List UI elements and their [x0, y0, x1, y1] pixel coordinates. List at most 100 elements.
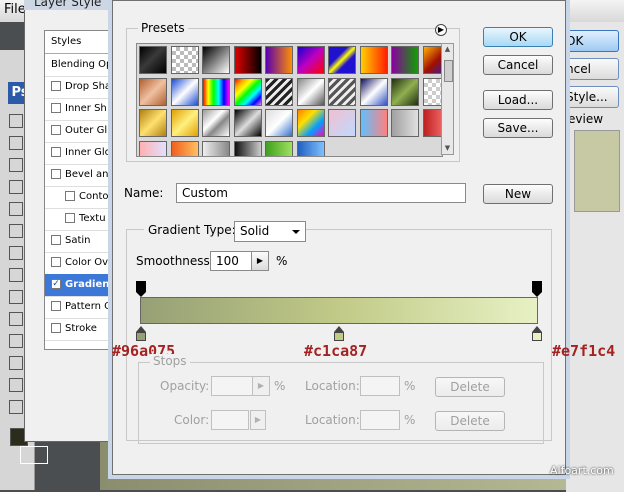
smoothness-label: Smoothness:	[136, 254, 214, 268]
scroll-down-icon[interactable]: ▼	[442, 143, 453, 154]
style-checkbox[interactable]	[51, 169, 61, 179]
opacity-delete-button[interactable]: Delete	[435, 377, 505, 397]
preset-swatch[interactable]	[202, 77, 230, 106]
color-swatch[interactable]	[211, 410, 249, 430]
presets-scrollbar[interactable]: ▲ ▼	[441, 43, 454, 155]
preset-swatch[interactable]	[328, 77, 356, 106]
color-label: Color:	[174, 413, 210, 427]
type-tool-icon[interactable]	[9, 290, 23, 304]
style-checkbox[interactable]	[51, 323, 61, 333]
name-input[interactable]: Custom	[176, 183, 466, 203]
style-checkbox[interactable]	[51, 147, 61, 157]
preset-swatch[interactable]	[265, 46, 293, 74]
preset-swatch[interactable]	[139, 46, 167, 74]
preset-swatch[interactable]	[328, 109, 356, 137]
preset-swatch[interactable]	[170, 77, 199, 106]
preset-swatch[interactable]	[296, 46, 325, 74]
load-button[interactable]: Load...	[483, 90, 553, 110]
gradient-type-select[interactable]: Solid	[234, 221, 306, 242]
shape-tool-icon[interactable]	[9, 334, 23, 348]
color-menu-arrow-icon[interactable]: ▶	[250, 410, 266, 430]
preset-swatch[interactable]	[391, 77, 419, 106]
color-location-input[interactable]	[360, 410, 400, 430]
preset-swatch[interactable]	[296, 77, 325, 106]
layer-style-ok-button[interactable]: OK	[566, 30, 619, 52]
menu-file[interactable]: File	[4, 2, 26, 17]
opacity-slider-arrow-icon[interactable]: ▶	[252, 376, 270, 396]
eraser-tool-icon[interactable]	[9, 224, 23, 238]
marquee-tool-icon[interactable]	[9, 114, 23, 128]
notes-tool-icon[interactable]	[9, 356, 23, 370]
opacity-stop-right[interactable]	[532, 281, 542, 297]
lasso-tool-icon[interactable]	[9, 136, 23, 150]
gradient-preview-bar[interactable]	[140, 297, 538, 324]
layer-style-preview-label: eview	[568, 112, 604, 126]
color-stop[interactable]	[334, 332, 344, 341]
preset-swatch[interactable]	[391, 109, 419, 137]
blur-tool-icon[interactable]	[9, 246, 23, 260]
preset-swatch[interactable]	[202, 140, 230, 156]
preset-swatch[interactable]	[391, 46, 419, 74]
crop-tool-icon[interactable]	[9, 158, 23, 172]
save-button[interactable]: Save...	[483, 118, 553, 138]
color-stop[interactable]	[136, 332, 146, 341]
style-checkbox[interactable]	[65, 213, 75, 223]
style-checkbox[interactable]	[51, 301, 61, 311]
scroll-up-icon[interactable]: ▲	[442, 44, 453, 55]
opacity-input[interactable]	[211, 376, 253, 396]
eyedropper-tool-icon[interactable]	[9, 378, 23, 392]
screen-mode-icon[interactable]	[20, 446, 48, 464]
smoothness-input[interactable]: 100	[210, 251, 252, 271]
style-checkbox[interactable]	[51, 125, 61, 135]
preset-swatch[interactable]	[422, 109, 442, 137]
preset-swatch[interactable]	[139, 140, 167, 156]
preset-swatch[interactable]	[359, 109, 388, 137]
style-checkbox[interactable]	[51, 235, 61, 245]
preset-swatch[interactable]	[422, 46, 442, 74]
color-stop[interactable]	[532, 332, 542, 341]
style-checkbox[interactable]: ✓	[51, 279, 61, 289]
style-checkbox[interactable]	[51, 103, 61, 113]
layer-style-new-style-button[interactable]: Style...	[566, 86, 619, 108]
preset-swatch[interactable]	[233, 140, 262, 156]
preset-swatch[interactable]	[202, 109, 230, 137]
style-checkbox[interactable]	[51, 257, 61, 267]
preset-swatch[interactable]	[328, 46, 356, 74]
preset-swatch[interactable]	[359, 46, 388, 74]
preset-swatch[interactable]	[139, 77, 167, 106]
preset-swatch[interactable]	[359, 77, 388, 106]
preset-swatch[interactable]	[170, 46, 199, 74]
path-select-tool-icon[interactable]	[9, 312, 23, 326]
opacity-stop-left[interactable]	[136, 281, 146, 297]
preset-swatch[interactable]	[265, 109, 293, 137]
smoothness-slider-arrow-icon[interactable]: ▶	[251, 251, 269, 271]
preset-swatch[interactable]	[265, 140, 293, 156]
preset-swatch[interactable]	[233, 109, 262, 137]
scrollbar-thumb[interactable]	[444, 60, 453, 82]
style-checkbox[interactable]	[65, 191, 75, 201]
preset-swatch[interactable]	[170, 109, 199, 137]
preset-swatch[interactable]	[296, 140, 325, 156]
opacity-location-input[interactable]	[360, 376, 400, 396]
preset-swatch[interactable]	[170, 140, 199, 156]
brush-tool-icon[interactable]	[9, 180, 23, 194]
pen-tool-icon[interactable]	[9, 268, 23, 282]
opacity-unit: %	[274, 379, 286, 393]
style-row-label: Gradient	[65, 279, 115, 290]
stamp-tool-icon[interactable]	[9, 202, 23, 216]
preset-swatch[interactable]	[139, 109, 167, 137]
new-button[interactable]: New	[483, 184, 553, 204]
preset-swatch[interactable]	[202, 46, 230, 74]
presets-menu-arrow-icon[interactable]: ▶	[435, 24, 447, 36]
preset-swatch[interactable]	[233, 77, 262, 106]
layer-style-cancel-button[interactable]: ncel	[566, 58, 619, 80]
preset-swatch[interactable]	[233, 46, 262, 74]
color-delete-button[interactable]: Delete	[435, 411, 505, 431]
style-checkbox[interactable]	[51, 81, 61, 91]
preset-swatch[interactable]	[422, 77, 442, 106]
ok-button[interactable]: OK	[483, 27, 553, 47]
hand-tool-icon[interactable]	[9, 400, 23, 414]
cancel-button[interactable]: Cancel	[483, 55, 553, 75]
preset-swatch[interactable]	[265, 77, 293, 106]
preset-swatch[interactable]	[296, 109, 325, 137]
